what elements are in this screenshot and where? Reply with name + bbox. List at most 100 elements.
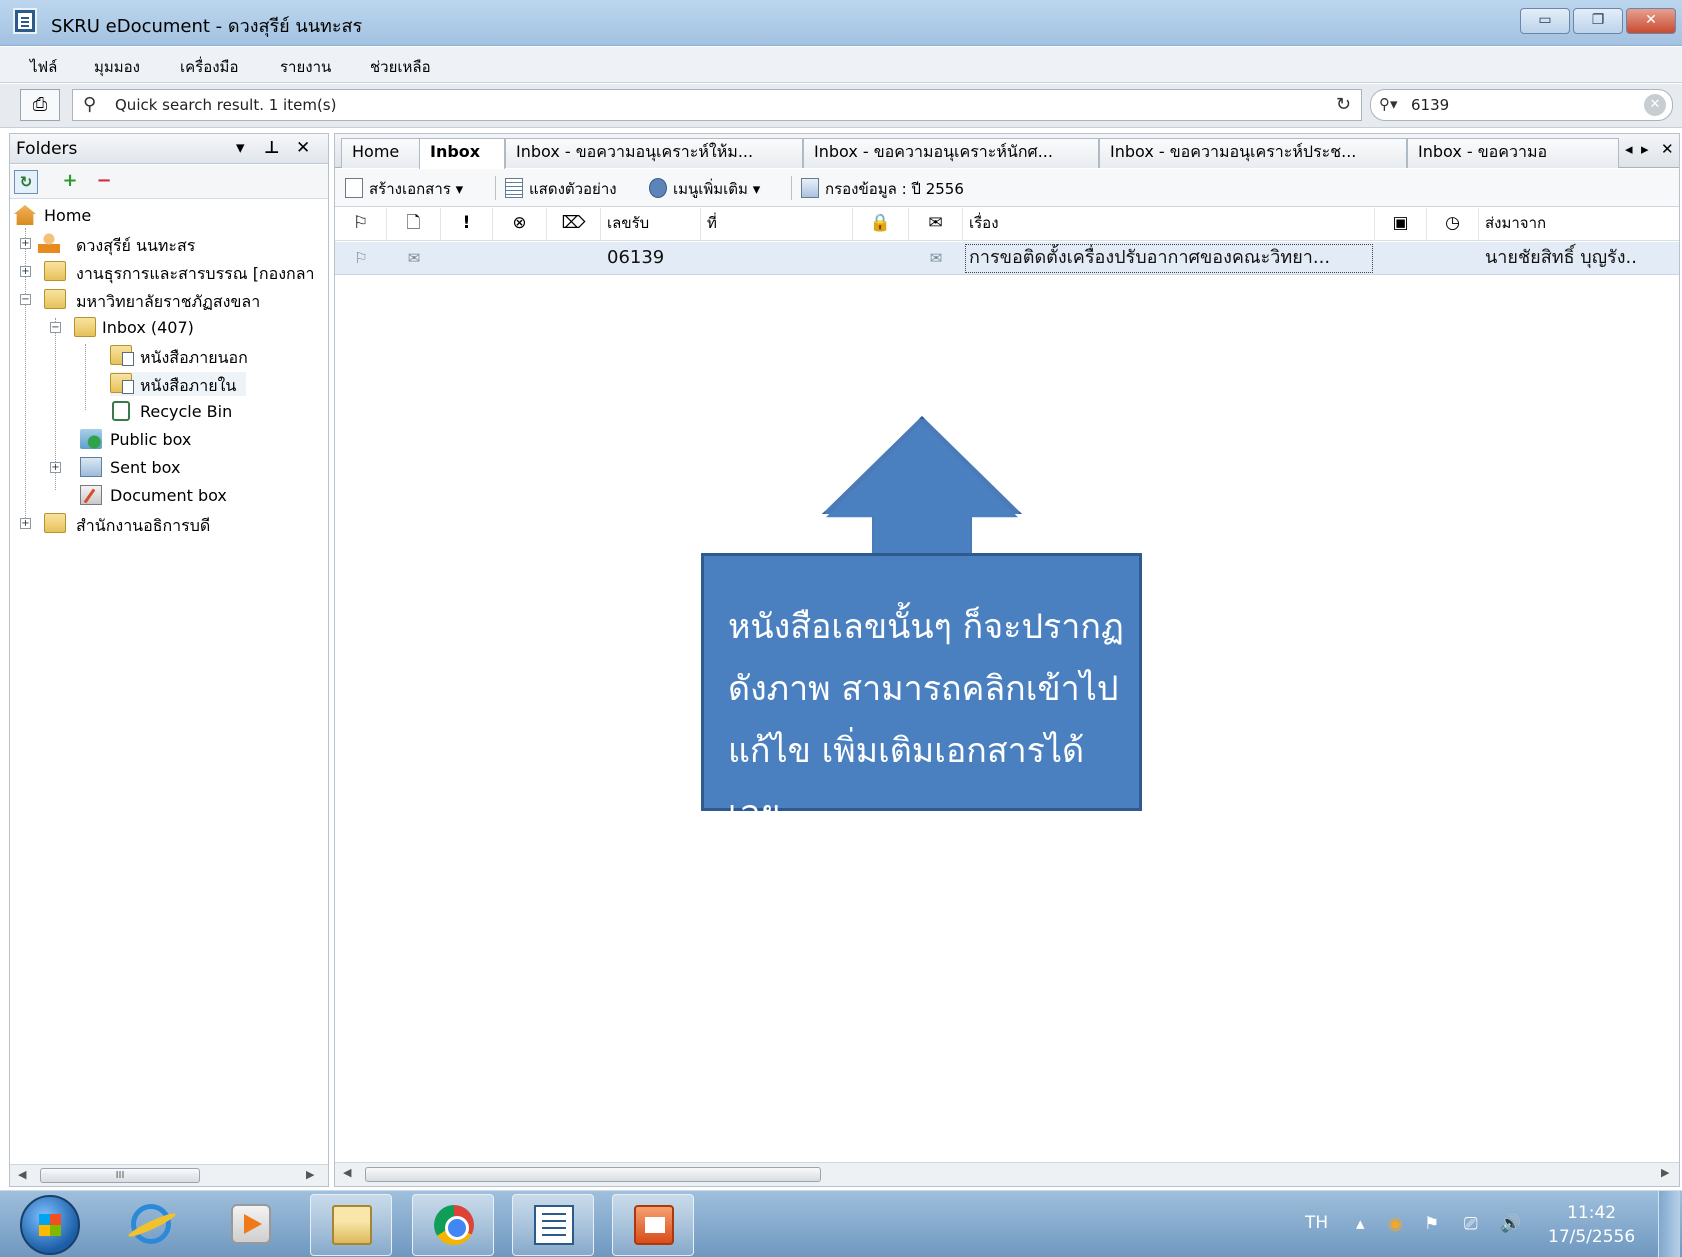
taskbar-powerpoint[interactable] <box>612 1194 694 1256</box>
close-button[interactable]: ✕ <box>1626 8 1676 34</box>
refresh-folders-icon[interactable]: ↻ <box>14 170 38 194</box>
tab-scroll-left-icon[interactable]: ◂ <box>1625 140 1633 158</box>
scroll-left-icon[interactable]: ◀ <box>343 1166 351 1179</box>
scroll-right-icon[interactable]: ▶ <box>1661 1166 1669 1179</box>
menu-report[interactable]: รายงาน <box>280 55 331 79</box>
tag-column-icon[interactable]: ⌦ <box>547 208 601 241</box>
column-receive-no[interactable]: เลขรับ <box>601 208 701 241</box>
internet-explorer-icon <box>131 1204 171 1244</box>
refresh-icon[interactable]: ↻ <box>1336 94 1351 115</box>
tree-node-document-box[interactable]: Document box <box>80 484 320 508</box>
folders-title: Folders <box>16 139 78 159</box>
tab-home[interactable]: Home <box>341 138 425 168</box>
lock-column-icon[interactable]: 🔒 <box>853 208 909 241</box>
cell-from: นายชัยสิทธิ์ บุญรัง.. <box>1485 247 1637 268</box>
taskbar-edocument[interactable] <box>512 1194 594 1256</box>
clock-column-icon[interactable]: ◷ <box>1427 208 1479 241</box>
column-subject[interactable]: เรื่อง <box>963 208 1375 241</box>
action-center-flag-icon[interactable]: ⚑ <box>1424 1214 1439 1234</box>
folder-tree: Home + ดวงสุรีย์ นนทะสร + งานธุรการและสา… <box>10 204 328 1174</box>
tab-inbox-request-2[interactable]: Inbox - ขอความอนุเคราะห์นักศ... <box>803 138 1099 168</box>
tree-node-sent-box[interactable]: + Sent box <box>50 456 320 480</box>
search-dropdown-icon[interactable]: ⚲▾ <box>1379 95 1398 113</box>
show-hidden-icons-icon[interactable]: ▴ <box>1356 1214 1365 1234</box>
table-row[interactable]: ⚐ ✉ 06139 ✉ การขอติดตั้งเครื่องปรับอากาศ… <box>335 242 1679 275</box>
language-indicator[interactable]: TH <box>1305 1213 1328 1233</box>
tree-node-admin-dept[interactable]: + งานธุรการและสารบรรณ [กองกลา <box>20 260 328 284</box>
tree-node-recycle-bin[interactable]: Recycle Bin <box>112 400 322 424</box>
expand-icon[interactable]: + <box>50 462 61 473</box>
tab-inbox-request-3[interactable]: Inbox - ขอความอนุเคราะห์ประช... <box>1099 138 1407 168</box>
flag-icon[interactable]: ⚐ <box>335 242 387 275</box>
start-button[interactable] <box>20 1195 80 1255</box>
expand-icon[interactable]: + <box>20 238 31 249</box>
tab-scroll-right-icon[interactable]: ▸ <box>1641 140 1649 158</box>
cell-subject[interactable]: การขอติดตั้งเครื่องปรับอากาศของคณะวิทยา.… <box>963 242 1375 275</box>
folders-horizontal-scrollbar[interactable]: ◀ III ▶ <box>10 1164 328 1186</box>
menu-help[interactable]: ช่วยเหลือ <box>370 55 431 79</box>
create-document-button[interactable]: สร้างเอกสาร ▾ <box>345 177 463 201</box>
collapse-icon[interactable]: − <box>50 322 61 333</box>
callout-box: หนังสือเลขนั้นๆ ก็จะปรากฏดังภาพ สามารถคล… <box>701 553 1142 833</box>
tree-node-user[interactable]: + ดวงสุรีย์ นนทะสร <box>20 232 320 256</box>
tree-node-external-docs[interactable]: หนังสือภายนอก <box>110 344 320 368</box>
remove-folder-icon[interactable]: − <box>92 170 116 194</box>
column-from[interactable]: ส่งมาจาก <box>1479 208 1679 241</box>
search-toolbar: ⎙ ⚲ Quick search result. 1 item(s) ↻ ⚲▾ … <box>0 84 1682 128</box>
column-ref-no[interactable]: ที่ <box>701 208 853 241</box>
tree-node-president-office[interactable]: + สำนักงานอธิการบดี <box>20 512 320 536</box>
preview-button[interactable]: แสดงตัวอย่าง <box>505 177 617 201</box>
more-menu-button[interactable]: เมนูเพิ่มเติม ▾ <box>649 177 760 201</box>
taskbar-ie[interactable] <box>110 1194 192 1256</box>
command-bar: สร้างเอกสาร ▾ แสดงตัวอย่าง เมนูเพิ่มเติม… <box>335 169 1679 207</box>
restore-button[interactable]: ❐ <box>1573 8 1623 34</box>
expand-icon[interactable]: + <box>20 518 31 529</box>
clock[interactable]: 11:42 17/5/2556 <box>1548 1201 1635 1249</box>
clear-search-icon[interactable]: ✕ <box>1644 94 1666 116</box>
folders-toolbar: ↻ + − <box>10 165 328 199</box>
taskbar-explorer[interactable] <box>310 1194 392 1256</box>
pin-icon[interactable]: ⊥ <box>264 138 280 158</box>
grid-horizontal-scrollbar[interactable]: ◀ ▶ <box>335 1162 1679 1186</box>
taskbar-media-player[interactable] <box>210 1194 292 1256</box>
volume-icon[interactable]: 🔊 <box>1500 1214 1521 1234</box>
minimize-button[interactable]: ▭ <box>1520 8 1570 34</box>
search-value[interactable]: 6139 <box>1411 96 1449 114</box>
tree-line <box>85 344 86 410</box>
tree-node-inbox[interactable]: − Inbox (407) <box>50 316 320 340</box>
close-tab-icon[interactable]: ✕ <box>1661 140 1674 158</box>
tree-node-home[interactable]: Home <box>14 204 314 228</box>
folders-pane: Folders ▾ ⊥ ✕ ↻ + − Home + ดวงสุรีย์ นนท… <box>9 133 329 1187</box>
scroll-thumb[interactable] <box>365 1167 821 1182</box>
tab-inbox-request-1[interactable]: Inbox - ขอความอนุเคราะห์ให้ม... <box>505 138 803 168</box>
menu-file[interactable]: ไฟล์ <box>30 55 57 79</box>
print-button[interactable]: ⎙ <box>20 89 60 121</box>
priority-column-icon[interactable]: ! <box>441 208 493 241</box>
mail-column-icon[interactable]: ✉ <box>909 208 963 241</box>
doc-type-column-icon[interactable]: 🗋 <box>387 208 441 241</box>
network-icon[interactable]: ⎚ <box>1464 1214 1478 1234</box>
tree-node-internal-docs[interactable]: หนังสือภายใน <box>110 372 246 396</box>
scroll-thumb[interactable]: III <box>40 1168 200 1183</box>
attachment-column-icon[interactable]: ▣ <box>1375 208 1427 241</box>
tree-node-public-box[interactable]: Public box <box>80 428 320 452</box>
filter-button[interactable]: กรองข้อมูล : ปี 2556 <box>801 177 964 201</box>
cancel-column-icon[interactable]: ⊗ <box>493 208 547 241</box>
close-pane-icon[interactable]: ✕ <box>296 138 310 158</box>
tray-app-icon[interactable]: ◉ <box>1388 1214 1403 1234</box>
menu-tools[interactable]: เครื่องมือ <box>180 55 238 79</box>
tree-node-university[interactable]: − มหาวิทยาลัยราชภัฏสงขลา <box>20 288 320 312</box>
tab-inbox-request-4[interactable]: Inbox - ขอความอ <box>1407 138 1619 168</box>
taskbar-chrome[interactable] <box>412 1194 494 1256</box>
pane-menu-icon[interactable]: ▾ <box>236 138 245 158</box>
collapse-icon[interactable]: − <box>20 294 31 305</box>
scroll-left-icon[interactable]: ◀ <box>18 1168 26 1181</box>
show-desktop-button[interactable] <box>1658 1191 1680 1257</box>
scroll-right-icon[interactable]: ▶ <box>306 1168 314 1181</box>
menu-view[interactable]: มุมมอง <box>94 55 140 79</box>
tab-inbox[interactable]: Inbox <box>419 138 505 169</box>
flag-column-icon[interactable]: ⚐ <box>335 208 387 241</box>
add-folder-icon[interactable]: + <box>58 170 82 194</box>
expand-icon[interactable]: + <box>20 266 31 277</box>
search-input[interactable]: ⚲▾ 6139 ✕ <box>1370 89 1673 121</box>
